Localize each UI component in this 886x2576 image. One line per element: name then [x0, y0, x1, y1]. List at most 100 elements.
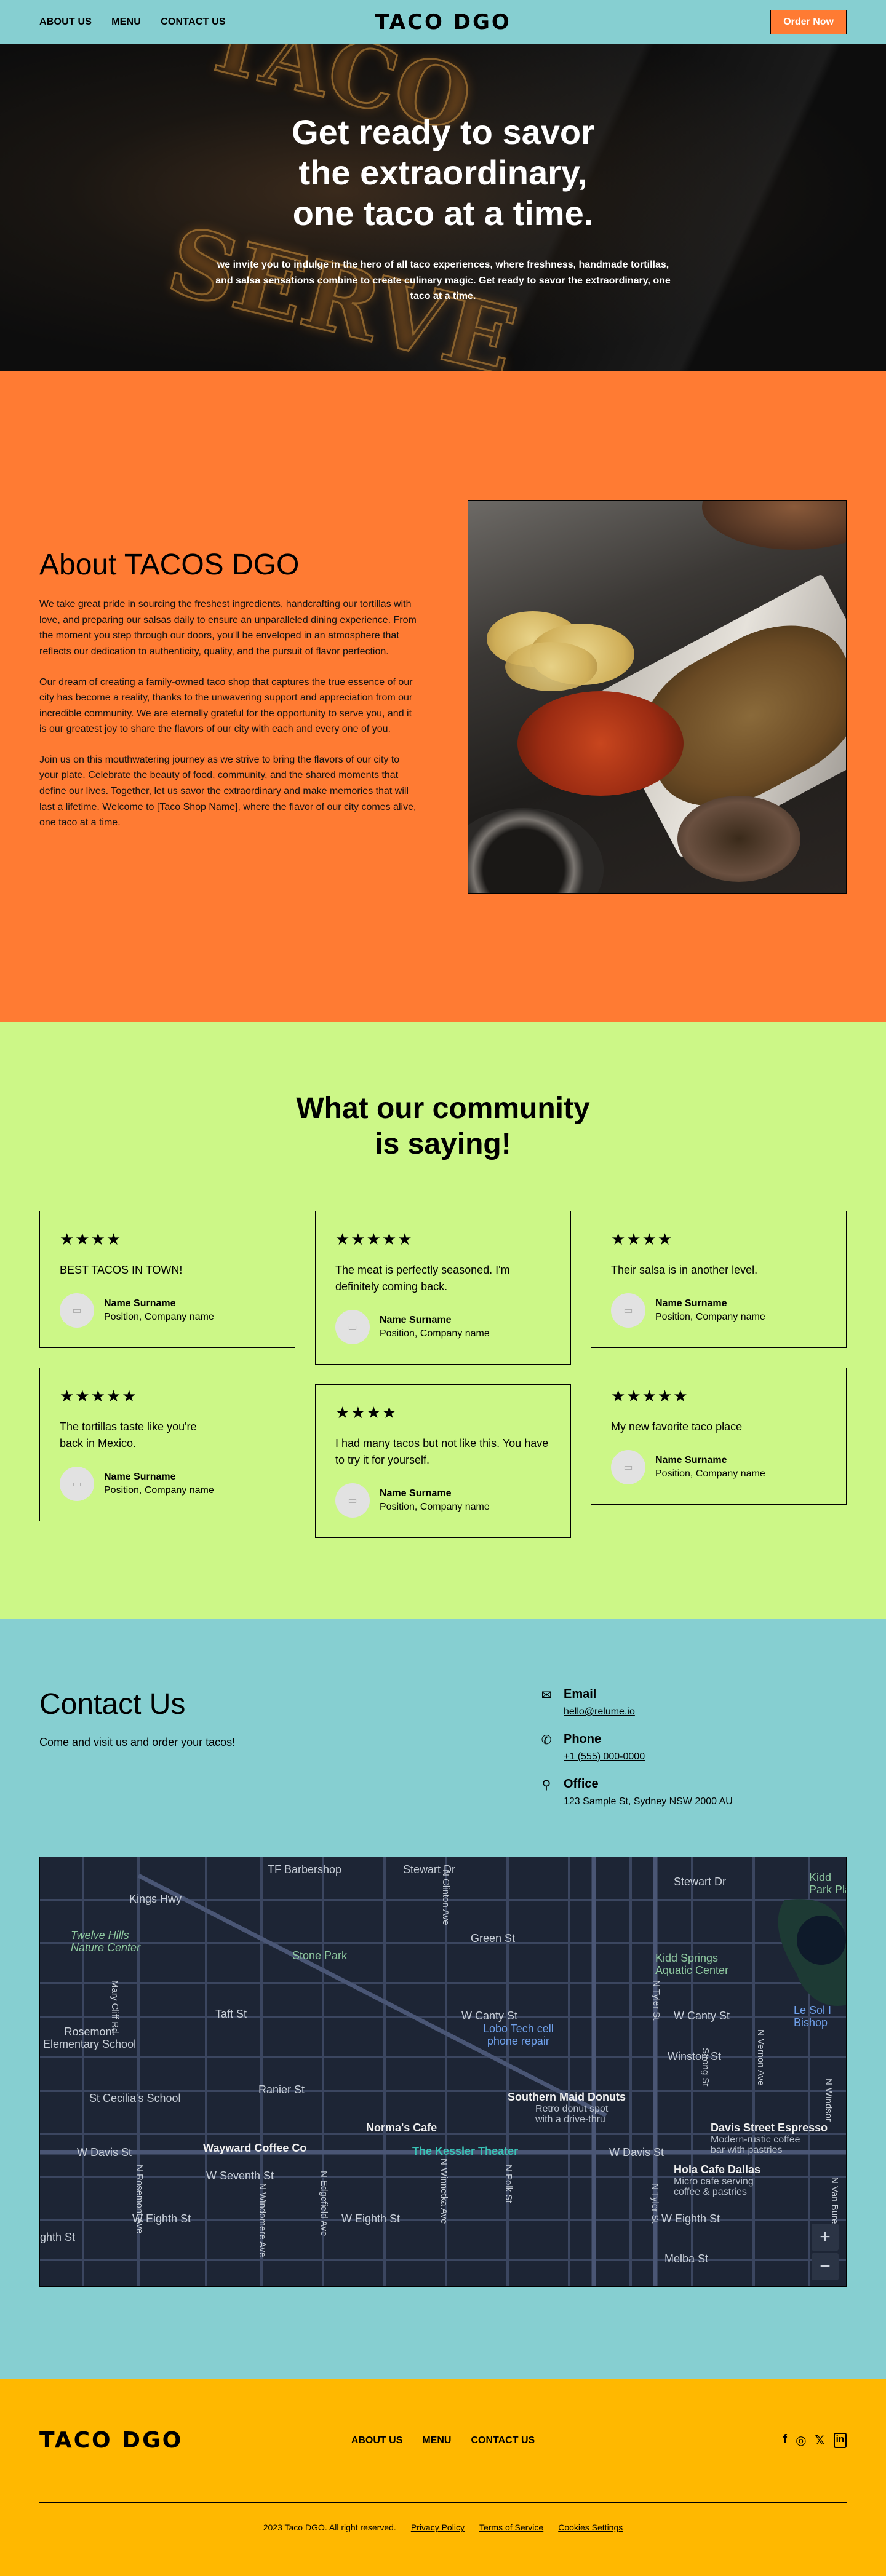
map-label: N Tyler St [650, 2183, 660, 2224]
star-rating: ★★★★★ [335, 1230, 413, 1249]
terms-of-service-link[interactable]: Terms of Service [479, 2522, 543, 2532]
footer: TACO DGO ABOUT US MENU CONTACT US f ◎ 𝕏 … [0, 2379, 886, 2576]
hero-title: Get ready to savor the extraordinary, on… [0, 112, 886, 234]
map-label: Melba St [664, 2253, 709, 2265]
author-position: Position, Company name [104, 1312, 214, 1323]
map-label: W Eighth St [661, 2213, 720, 2225]
map-label: N Edgefield Ave [319, 2171, 329, 2237]
map-label: N Windomere Ave [257, 2183, 268, 2257]
map-label: Modern-rustic coffee bar with pastries [711, 2134, 800, 2155]
facebook-icon[interactable]: f [783, 2433, 787, 2448]
cookies-settings-link[interactable]: Cookies Settings [558, 2522, 623, 2532]
footer-brand-logo[interactable]: TACO DGO [39, 2428, 224, 2453]
map-label: Wayward Coffee Co [203, 2142, 307, 2154]
map-label: N Rosemont Ave [134, 2165, 145, 2234]
nav-link-about[interactable]: ABOUT US [39, 17, 92, 28]
footer-bottom: 2023 Taco DGO. All right reserved. Priva… [39, 2522, 847, 2532]
about-paragraph: Our dream of creating a family-owned tac… [39, 676, 413, 735]
map-label: Taft St [215, 2008, 247, 2020]
author-name: Name Surname [104, 1472, 176, 1483]
map-label: Ranier St [258, 2083, 305, 2096]
map-label: N Windsor [823, 2079, 834, 2122]
author-position: Position, Company name [380, 1502, 490, 1513]
map-label: Hola Cafe Dallas [674, 2163, 761, 2176]
map-label: Strong St [700, 2048, 711, 2087]
map-embed[interactable]: TF Barbershop Stewart Dr Stewart Dr King… [39, 1857, 847, 2287]
author-name: Name Surname [655, 1298, 727, 1309]
avatar: ▭ [60, 1467, 94, 1502]
contact-label: Office [564, 1777, 599, 1791]
image-placeholder-icon: ▭ [72, 1479, 82, 1490]
privacy-policy-link[interactable]: Privacy Policy [411, 2522, 465, 2532]
map-zoom-out-button[interactable]: − [812, 2253, 839, 2280]
social-links: f ◎ 𝕏 in [662, 2433, 847, 2448]
avatar: ▭ [335, 1483, 370, 1518]
x-icon[interactable]: 𝕏 [815, 2433, 825, 2448]
star-rating: ★★★★★ [60, 1387, 138, 1406]
contact-item-phone: ✆ Phone +1 (555) 000-0000 [539, 1732, 847, 1762]
author-position: Position, Company name [380, 1328, 490, 1339]
bowl-decoration [468, 808, 604, 893]
location-pin-icon: ⚲ [541, 1778, 551, 1792]
hero-subtitle: we invite you to indulge in the hero of … [215, 260, 671, 302]
hero-title-line: one taco at a time. [292, 194, 594, 233]
hero-section: TACO SERVE Get ready to savor the extrao… [0, 44, 886, 371]
instagram-icon[interactable]: ◎ [796, 2433, 806, 2448]
top-nav: ABOUT US MENU CONTACT US TACO DGO Order … [0, 0, 886, 44]
map-label: TF Barbershop [268, 1863, 342, 1876]
office-address: 123 Sample St, Sydney NSW 2000 AU [564, 1796, 733, 1807]
testimonial-quote: My new favorite taco place [611, 1421, 743, 1433]
about-section: About TACOS DGO We take great pride in s… [0, 371, 886, 1022]
brand-logo[interactable]: TACO DGO [375, 10, 511, 34]
map-label: Le Sol I Bishop [794, 2004, 832, 2029]
testimonial-column: ★★★★ BEST TACOS IN TOWN! ▭ Name Surname … [39, 1211, 295, 1538]
map-label: N Vernon Ave [756, 2029, 766, 2086]
author-position: Position, Company name [655, 1312, 765, 1323]
contact-item-email: ✉ Email hello@relume.io [539, 1687, 847, 1718]
map-zoom-in-button[interactable]: + [812, 2224, 839, 2251]
phone-link[interactable]: +1 (555) 000-0000 [564, 1751, 645, 1762]
footer-link-contact[interactable]: CONTACT US [471, 2435, 535, 2446]
about-paragraph: Join us on this mouthwatering journey as… [39, 754, 417, 828]
avatar: ▭ [611, 1450, 645, 1485]
order-now-button[interactable]: Order Now [770, 9, 847, 34]
footer-link-menu[interactable]: MENU [422, 2435, 451, 2446]
avatar: ▭ [611, 1293, 645, 1328]
map-label: Retro donut spot with a drive-thru [535, 2104, 609, 2125]
bowl-decoration [677, 796, 800, 882]
testimonial-quote: Their salsa is in another level. [611, 1264, 758, 1277]
image-placeholder-icon: ▭ [348, 1322, 357, 1333]
email-icon: ✉ [541, 1689, 552, 1702]
map-label: N Polk St [503, 2165, 514, 2203]
testimonial-card: ★★★★★ The meat is perfectly seasoned. I'… [315, 1211, 571, 1365]
email-link[interactable]: hello@relume.io [564, 1706, 635, 1717]
contact-label: Phone [564, 1732, 602, 1746]
author-name: Name Surname [655, 1455, 727, 1466]
map-label: Micro cafe serving coffee & pastries [674, 2176, 754, 2197]
map-label: N Clinton Ave [441, 1869, 451, 1925]
pan-decoration [702, 501, 846, 550]
about-paragraph: We take great pride in sourcing the fres… [39, 599, 417, 657]
linkedin-icon[interactable]: in [833, 2433, 847, 2448]
nav-link-menu[interactable]: MENU [111, 17, 141, 28]
nav-link-contact[interactable]: CONTACT US [161, 17, 226, 28]
map-label: N Tyler St [651, 1980, 661, 2021]
testimonials-title: What our community is saying! [39, 1091, 847, 1162]
tortilla-decoration [505, 642, 597, 691]
map-label: W Canty St [674, 2010, 730, 2022]
testimonials-section: What our community is saying! ★★★★ BEST … [0, 1022, 886, 1619]
testimonial-card: ★★★★ BEST TACOS IN TOWN! ▭ Name Surname … [39, 1211, 295, 1349]
contact-title: Contact Us [39, 1688, 186, 1721]
contact-header: Contact Us Come and visit us and order y… [39, 1687, 847, 1807]
map-label: Stewart Dr [674, 1876, 727, 1888]
author-name: Name Surname [380, 1488, 452, 1499]
footer-link-about[interactable]: ABOUT US [351, 2435, 403, 2446]
copyright-text: 2023 Taco DGO. All right reserved. [263, 2522, 396, 2532]
about-title: About TACOS DGO [39, 549, 300, 582]
testimonial-author: ▭ Name Surname Position, Company name [611, 1450, 826, 1485]
map-label: Winston St [668, 2050, 722, 2063]
testimonial-author: ▭ Name Surname Position, Company name [335, 1310, 551, 1345]
map-label: The Kessler Theater [412, 2145, 519, 2157]
hero-title-line: Get ready to savor [292, 113, 594, 151]
map-label: N Winnetka Ave [439, 2158, 449, 2224]
